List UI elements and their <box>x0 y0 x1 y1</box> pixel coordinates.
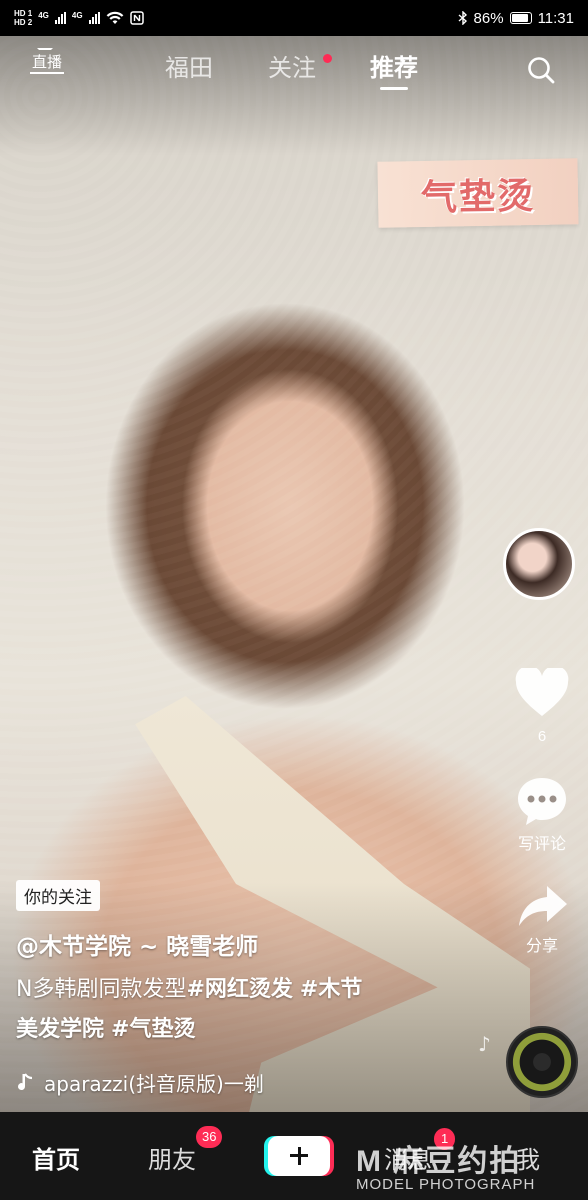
music-disc[interactable] <box>506 1026 578 1098</box>
status-left: HD 1 HD 2 4G 4G <box>14 9 144 27</box>
status-bar: HD 1 HD 2 4G 4G 86% 11:31 <box>0 0 588 36</box>
create-video-button[interactable] <box>268 1136 330 1176</box>
description-text: N多韩剧同款发型 <box>16 977 187 1002</box>
search-icon[interactable] <box>526 55 556 85</box>
watermark-line2: MODEL PHOTOGRAPH <box>356 1176 536 1193</box>
music-note-icon <box>18 1072 33 1090</box>
hashtag[interactable]: #网红烫发 <box>186 977 292 1002</box>
hashtag[interactable]: #木节 <box>300 977 362 1002</box>
heart-icon[interactable] <box>514 668 570 718</box>
network-type: 4G <box>38 10 49 20</box>
signal-icon-2 <box>88 12 100 24</box>
share-icon[interactable] <box>517 884 569 930</box>
sticker-text: 气垫烫 <box>420 176 536 219</box>
nav-friends[interactable]: 朋友 <box>148 1140 196 1175</box>
nfc-icon <box>129 11 144 25</box>
hashtag[interactable]: 美发学院 <box>16 1017 104 1042</box>
floating-music-note-icon: ♪ <box>478 1032 491 1056</box>
comment-label: 写评论 <box>517 836 566 853</box>
following-notification-dot <box>323 54 332 63</box>
signal-icon <box>54 12 66 24</box>
tab-local[interactable]: 福田 <box>165 52 213 84</box>
comment-icon[interactable] <box>515 774 569 828</box>
video-description: N多韩剧同款发型#网红烫发 #木节 美发学院 #气垫烫 <box>16 970 436 1050</box>
video-sticker: 气垫烫 <box>377 158 579 228</box>
battery-icon <box>509 12 532 24</box>
sim2-label: HD 2 <box>14 18 33 27</box>
music-title: aparazzi(抖音原版)一剃 <box>44 1072 264 1096</box>
sim-labels: HD 1 HD 2 <box>14 9 32 27</box>
battery-percent: 86% <box>473 9 504 27</box>
friends-badge: 36 <box>196 1126 223 1148</box>
wifi-icon <box>106 11 123 24</box>
share-label: 分享 <box>525 938 558 955</box>
clock: 11:31 <box>537 9 574 27</box>
video-feed-screen: HD 1 HD 2 4G 4G 86% 11:31 直播 福田 关注 推荐 气垫… <box>0 0 588 1200</box>
author-name[interactable]: @木节学院 ~ 晓雪老师 <box>16 927 258 961</box>
author-avatar[interactable] <box>503 528 575 600</box>
top-tabs: 福田 关注 推荐 <box>0 52 588 92</box>
tab-following[interactable]: 关注 <box>268 52 316 84</box>
network-type-2: 4G <box>71 10 83 20</box>
sim1-label: HD 1 <box>14 9 33 18</box>
watermark: M 麻豆约拍 MODEL PHOTOGRAPH <box>356 1136 535 1193</box>
nav-home[interactable]: 首页 <box>32 1140 80 1175</box>
like-count: 6 <box>537 728 547 745</box>
music-info[interactable]: aparazzi(抖音原版)一剃 <box>16 1068 264 1097</box>
bluetooth-icon <box>458 11 467 25</box>
watermark-line1: M 麻豆约拍 <box>356 1145 522 1178</box>
hashtag[interactable]: #气垫烫 <box>111 1017 195 1042</box>
tab-recommended[interactable]: 推荐 <box>370 52 418 90</box>
follow-tag: 你的关注 <box>16 880 100 911</box>
status-right: 86% 11:31 <box>458 10 574 27</box>
